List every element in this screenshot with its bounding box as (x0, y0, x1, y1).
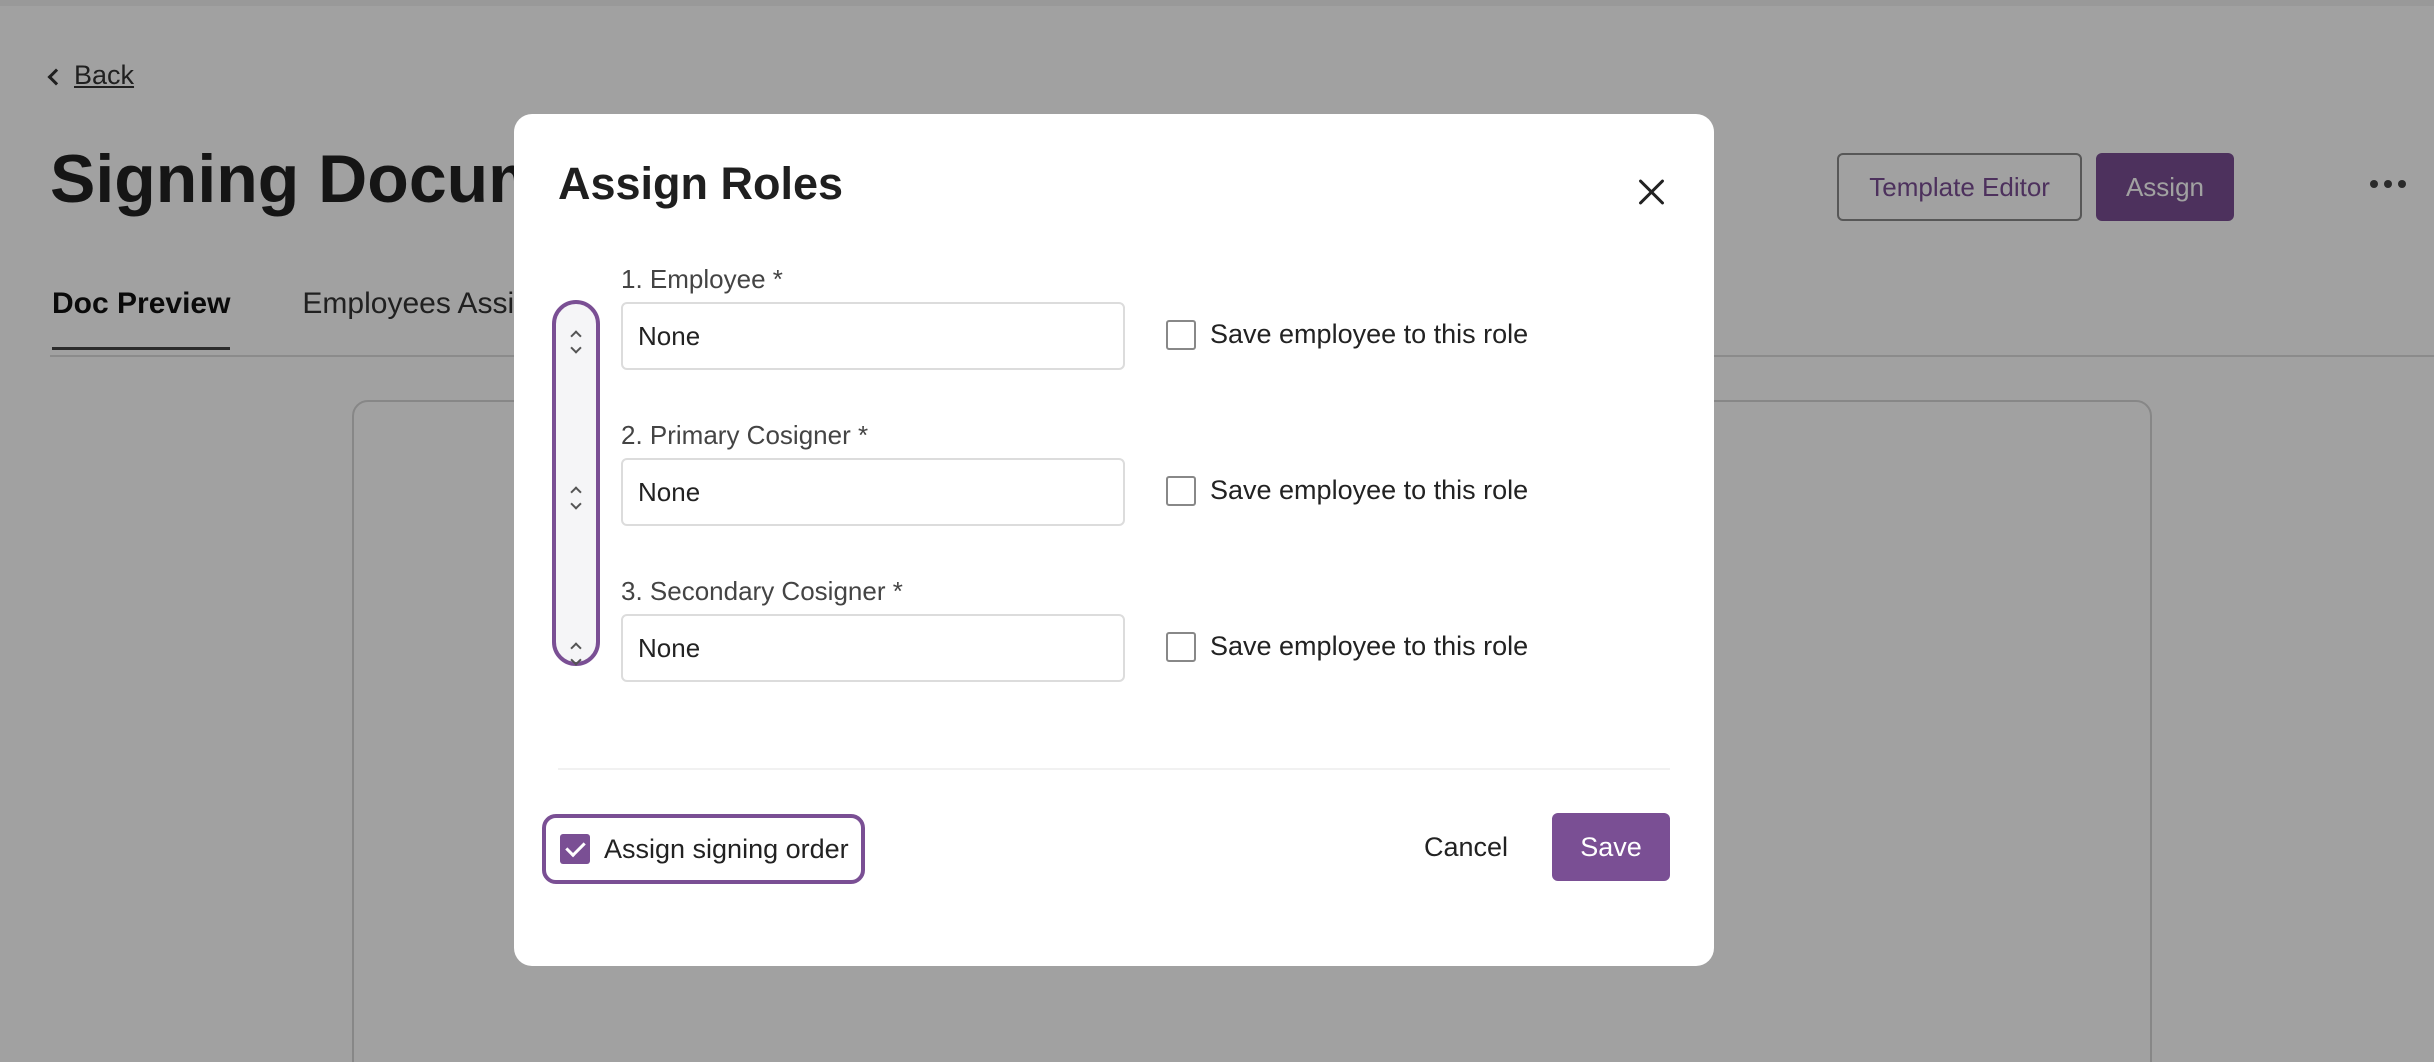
close-icon[interactable] (1634, 174, 1670, 210)
checkbox[interactable] (1166, 319, 1196, 350)
role-label-primary-cosigner: 2. Primary Cosigner * (621, 420, 869, 450)
role-label-secondary-cosigner: 3. Secondary Cosigner * (621, 576, 903, 606)
save-employee-checkbox-employee[interactable]: Save employee to this role (1166, 319, 1528, 350)
role-select-employee[interactable] (621, 302, 1125, 370)
dialog-title: Assign Roles (558, 158, 844, 209)
role-label-employee: 1. Employee * (621, 264, 783, 294)
save-employee-label: Save employee to this role (1210, 631, 1529, 661)
assign-signing-order-toggle[interactable]: Assign signing order (542, 814, 865, 884)
checkbox[interactable] (1166, 475, 1196, 506)
footer-divider (558, 768, 1670, 770)
cancel-button[interactable]: Cancel (1424, 832, 1508, 863)
save-employee-checkbox-primary-cosigner[interactable]: Save employee to this role (1166, 475, 1528, 506)
checkbox-checked[interactable] (560, 834, 590, 864)
save-employee-label: Save employee to this role (1210, 475, 1529, 505)
save-employee-label: Save employee to this role (1210, 319, 1529, 349)
chevron-up-down-icon[interactable] (556, 634, 596, 674)
checkbox[interactable] (1166, 631, 1196, 662)
save-employee-checkbox-secondary-cosigner[interactable]: Save employee to this role (1166, 631, 1528, 662)
role-select-secondary-cosigner[interactable] (621, 614, 1125, 682)
chevron-up-down-icon[interactable] (556, 322, 596, 362)
save-button[interactable]: Save (1552, 813, 1670, 881)
assign-signing-order-label: Assign signing order (604, 833, 849, 864)
role-select-primary-cosigner[interactable] (621, 458, 1125, 526)
signing-order-rail (552, 300, 600, 666)
assign-roles-dialog: Assign Roles 1. Employee * Save employee… (514, 114, 1714, 966)
chevron-up-down-icon[interactable] (556, 478, 596, 518)
